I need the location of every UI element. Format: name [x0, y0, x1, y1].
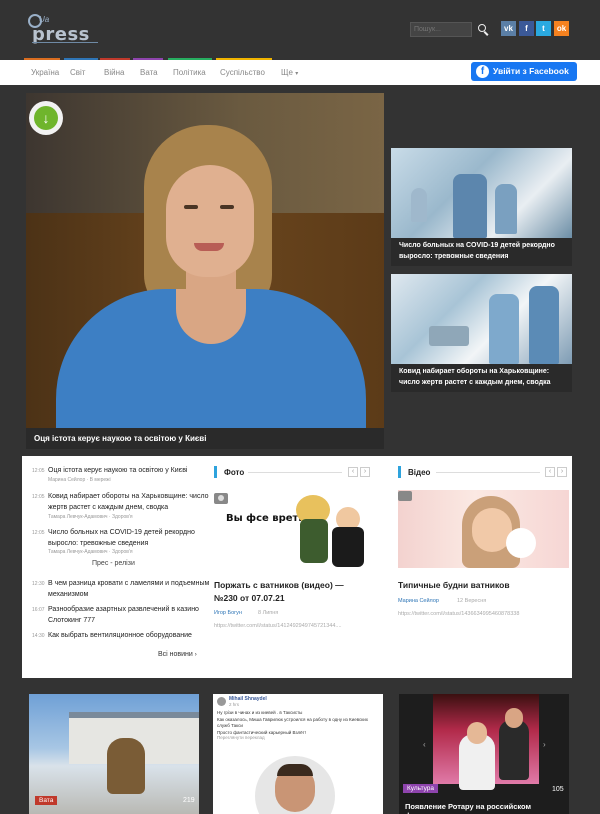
- post-text: Ну грізи в чинах и из киевей . в Таксист…: [217, 710, 369, 735]
- nav-accent: [168, 58, 212, 60]
- bottom-card[interactable]: Вата 219: [29, 694, 199, 814]
- video-section-title: Відео: [408, 468, 431, 477]
- twitter-icon[interactable]: t: [536, 21, 551, 36]
- facebook-login-label: Увійти з Facebook: [493, 66, 569, 76]
- category-tag[interactable]: Вата: [35, 796, 58, 805]
- facebook-logo-icon: f: [476, 65, 489, 78]
- post-time: 2 hrs: [229, 702, 240, 707]
- photo-section-title: Фото: [224, 468, 245, 477]
- vk-icon[interactable]: vk: [501, 21, 516, 36]
- nav-accent: [100, 58, 130, 60]
- download-icon[interactable]: ↓: [29, 101, 63, 135]
- video-card-author[interactable]: Марина Сейлор: [398, 598, 439, 604]
- press-title[interactable]: Разнообразие азартных развлечений в кази…: [48, 604, 218, 626]
- hero-caption[interactable]: Оця істота керує наукою та освітою у Киє…: [34, 434, 206, 443]
- news-time: 14:30: [32, 633, 45, 639]
- photo-card-image[interactable]: Вы фсе врети!!: [214, 491, 366, 571]
- video-card-image[interactable]: [398, 490, 569, 568]
- side-story-image: [391, 274, 572, 364]
- nav-item-politics[interactable]: Політика: [173, 68, 206, 77]
- side-story-title[interactable]: Число больных на COVID-19 детей рекордно…: [399, 240, 567, 262]
- chevron-down-icon: ▾: [295, 71, 299, 77]
- news-meta: Тамара Левчук-Адамович · Здоров'я: [48, 549, 133, 555]
- logo-sub: Ua: [39, 15, 50, 24]
- nav-item-more[interactable]: Ще ▾: [281, 68, 298, 77]
- news-time: 12:05: [32, 530, 45, 536]
- photo-count: 219: [183, 797, 195, 804]
- prev-arrow-icon[interactable]: ‹: [545, 467, 555, 477]
- nav-item-war[interactable]: Війна: [104, 68, 124, 77]
- next-arrow-icon[interactable]: ›: [543, 740, 546, 749]
- next-arrow-icon[interactable]: ›: [557, 467, 567, 477]
- hero-image: [26, 93, 384, 434]
- nav-item-society[interactable]: Суспільство: [220, 68, 265, 77]
- news-time: 12:05: [32, 468, 45, 474]
- photo-card-title[interactable]: Поржать с ватников (видео) — №230 от 07.…: [214, 579, 366, 605]
- section-marker: [398, 466, 401, 478]
- photo-card-link[interactable]: https://twitter.com/i/status/14124929497…: [214, 623, 342, 629]
- side-story[interactable]: Число больных на COVID-19 детей рекордно…: [391, 148, 572, 266]
- nav-accent: [133, 58, 163, 60]
- news-title[interactable]: Число больных на COVID-19 детей рекордно…: [48, 527, 218, 549]
- search-icon[interactable]: [478, 24, 490, 36]
- avatar: [217, 697, 226, 706]
- section-marker: [214, 466, 217, 478]
- next-arrow-icon[interactable]: ›: [360, 467, 370, 477]
- video-card-date: 12 Вересня: [457, 598, 487, 604]
- odnoklassniki-icon[interactable]: ok: [554, 21, 569, 36]
- news-time: 12:05: [32, 494, 45, 500]
- press-title[interactable]: В чем разница кровати с ламелями и подъе…: [48, 578, 218, 600]
- news-title[interactable]: Ковид набирает обороты на Харьковщине: ч…: [48, 491, 218, 513]
- nav-item-world[interactable]: Світ: [70, 68, 85, 77]
- photo-count: 105: [552, 786, 564, 793]
- nav-accent: [64, 58, 98, 60]
- photo-card-author[interactable]: Игор Богун: [214, 610, 242, 616]
- site-logo[interactable]: Ua press: [28, 14, 102, 46]
- nav-item-ukraine[interactable]: Україна: [31, 68, 59, 77]
- photo-card-date: 8 Липня: [258, 610, 279, 616]
- news-title[interactable]: Оця істота керує наукою та освітою у Киє…: [48, 465, 218, 476]
- side-story-image: [391, 148, 572, 238]
- facebook-login-button[interactable]: f Увійти з Facebook: [471, 62, 577, 81]
- nav-item-vata[interactable]: Вата: [140, 68, 158, 77]
- side-story-title[interactable]: Ковид набирает обороты на Харьковщине: ч…: [399, 366, 567, 388]
- news-meta: Марина Сейлор · В мережі: [48, 477, 111, 483]
- news-meta: Тамара Левчук-Адамович · Здоров'я: [48, 514, 133, 520]
- news-time: 12:30: [32, 581, 45, 587]
- prev-arrow-icon[interactable]: ‹: [423, 740, 426, 749]
- chevron-right-icon: ›: [194, 652, 197, 658]
- nav-accent: [216, 58, 272, 60]
- news-section: 12:05 Оця істота керує наукою та освітою…: [22, 456, 572, 678]
- section-divider: [436, 472, 540, 473]
- all-news-link[interactable]: Всі новини ›: [158, 651, 197, 658]
- press-title[interactable]: Как выбрать вентиляционное оборудование: [48, 630, 218, 641]
- bottom-card[interactable]: ‹ › Культура 105 Появление Ротару на рос…: [399, 694, 569, 814]
- press-releases-heading: Прес - релізи: [92, 560, 135, 567]
- hero-story[interactable]: Оця істота керує наукою та освітою у Киє…: [26, 93, 384, 449]
- top-header: Ua press vk f t ok: [0, 0, 600, 60]
- video-camera-icon: [398, 491, 412, 501]
- video-card-title[interactable]: Типичные будни ватников: [398, 579, 568, 592]
- video-card-link[interactable]: https://twitter.com/i/status/14366349954…: [398, 611, 519, 617]
- translate-link[interactable]: Переглянути переклад: [217, 735, 265, 740]
- logo-underline: [32, 42, 98, 43]
- bottom-card-title[interactable]: Появление Ротару на российском фестивале: [405, 802, 569, 814]
- bottom-card[interactable]: Mihail Shnaydel 2 hrs Ну грізи в чинах и…: [213, 694, 383, 814]
- camera-icon: [214, 493, 228, 504]
- search-input[interactable]: [410, 22, 472, 37]
- section-divider: [248, 472, 342, 473]
- prev-arrow-icon[interactable]: ‹: [348, 467, 358, 477]
- facebook-icon[interactable]: f: [519, 21, 534, 36]
- nav-accent: [24, 58, 60, 60]
- side-story[interactable]: Ковид набирает обороты на Харьковщине: ч…: [391, 274, 572, 392]
- category-tag[interactable]: Культура: [403, 784, 439, 793]
- main-nav: Україна Світ Війна Вата Політика Суспіль…: [0, 58, 600, 85]
- news-time: 16:07: [32, 607, 45, 613]
